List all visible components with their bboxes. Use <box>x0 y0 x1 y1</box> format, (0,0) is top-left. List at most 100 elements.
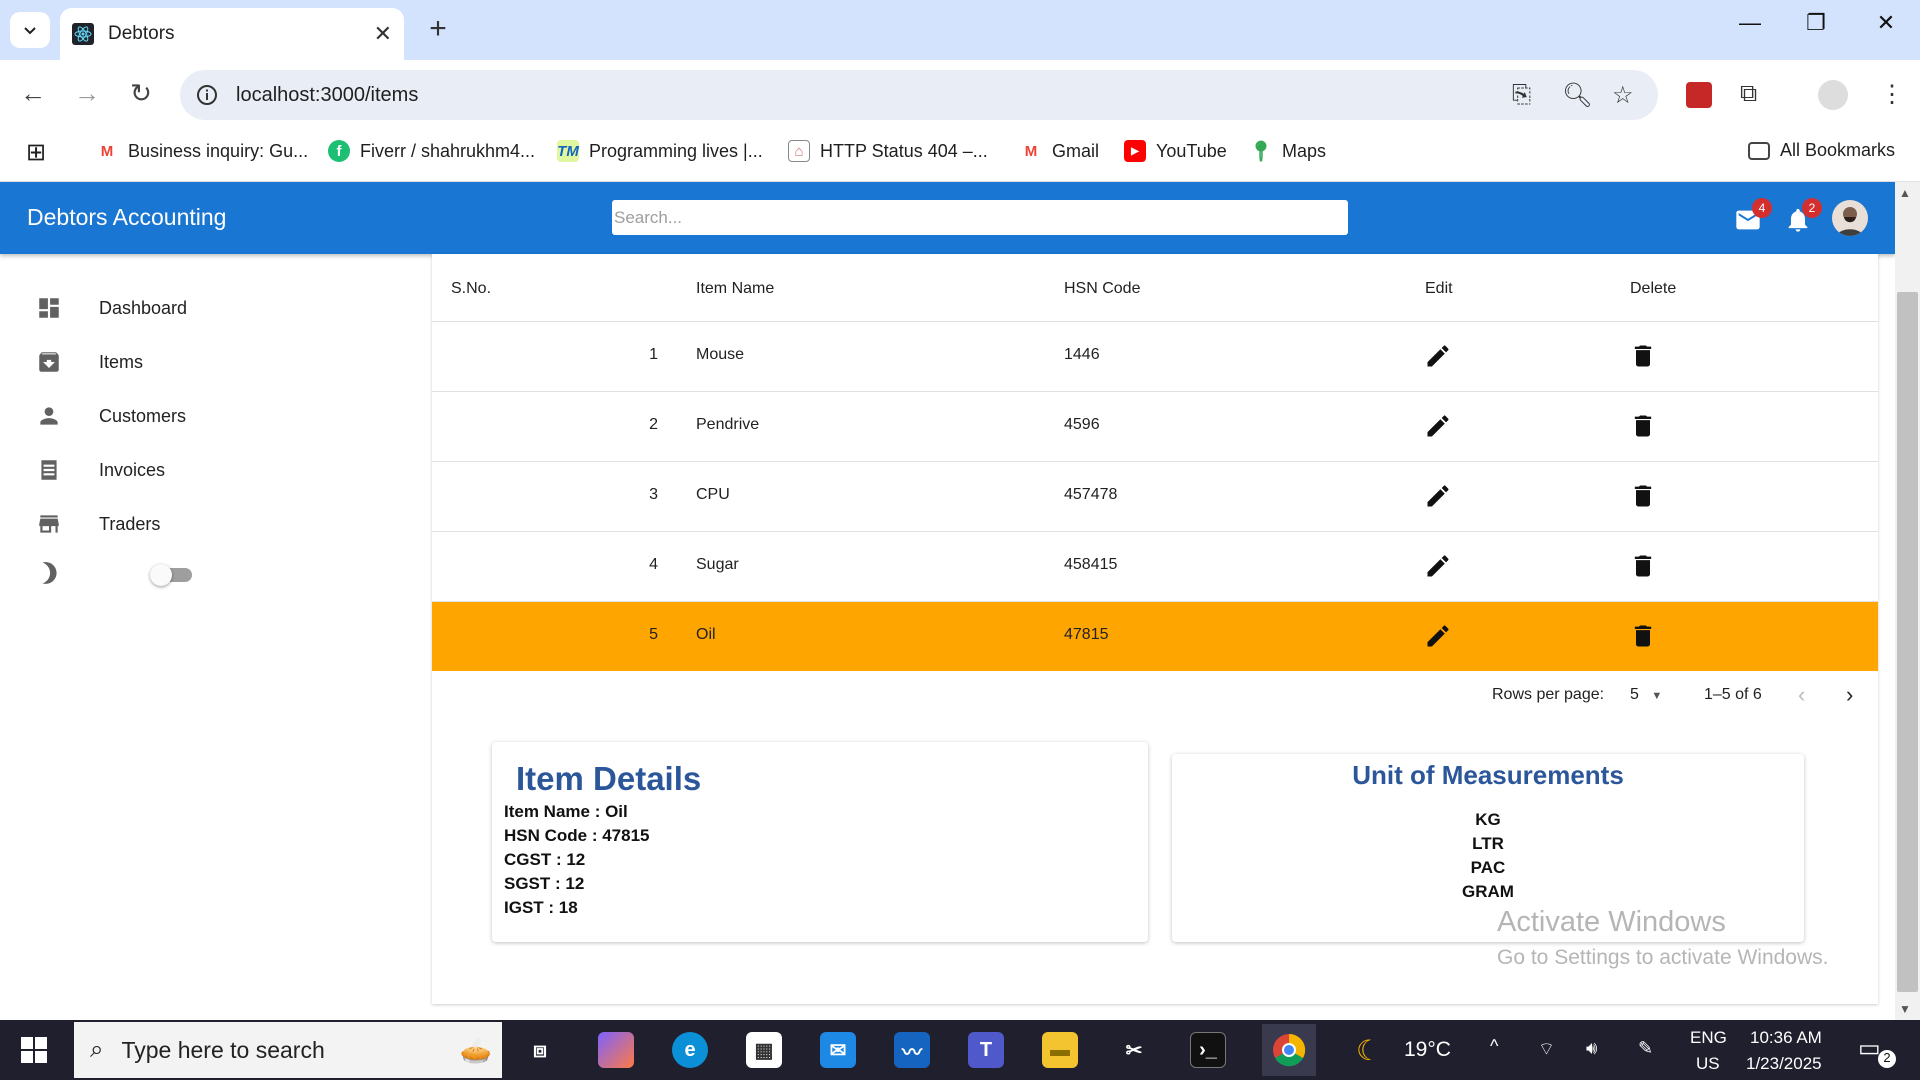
more-menu-icon[interactable]: ⋮ <box>1880 80 1904 109</box>
pen-icon[interactable]: ✎ <box>1638 1038 1653 1059</box>
browser-tab[interactable]: Debtors ✕ <box>60 8 404 60</box>
clock-time[interactable]: 10:36 AM <box>1750 1028 1822 1048</box>
volume-icon[interactable]: 🔊︎ <box>1586 1038 1597 1059</box>
mail-badge: 4 <box>1752 198 1772 218</box>
sidebar-item-traders[interactable]: Traders <box>36 511 160 537</box>
edit-button[interactable] <box>1424 342 1452 370</box>
language-region[interactable]: US <box>1696 1054 1720 1074</box>
back-button[interactable]: ← <box>16 78 50 109</box>
dark-mode-switch[interactable] <box>150 564 194 586</box>
store-app-icon[interactable]: ▦ <box>746 1032 782 1068</box>
bookmark-label: Business inquiry: Gu... <box>128 140 309 161</box>
column-header-item-name[interactable]: Item Name <box>696 280 774 298</box>
table-row[interactable]: 1 Mouse 1446 <box>432 321 1878 391</box>
detail-item-name: Item Name : Oil <box>504 802 628 821</box>
bookmark-item[interactable]: ⌂ HTTP Status 404 –... <box>788 140 988 162</box>
scroll-up-arrow[interactable]: ▲ <box>1899 186 1911 200</box>
all-bookmarks-button[interactable]: All Bookmarks <box>1748 140 1895 161</box>
cell-sno: 4 <box>649 556 658 573</box>
forward-button[interactable]: → <box>70 78 104 109</box>
language-indicator[interactable]: ENG <box>1690 1028 1727 1048</box>
edit-button[interactable] <box>1424 622 1452 650</box>
column-header-sno[interactable]: S.No. <box>451 280 491 298</box>
restore-button[interactable]: ❐ <box>1796 10 1836 36</box>
sidebar-item-invoices[interactable]: Invoices <box>36 457 165 483</box>
file-explorer-icon[interactable]: ▬ <box>1042 1032 1078 1068</box>
table-row-selected[interactable]: 5 Oil 47815 <box>432 601 1878 671</box>
profile-avatar[interactable] <box>1818 80 1848 110</box>
column-header-hsn-code[interactable]: HSN Code <box>1064 280 1140 298</box>
task-view-icon[interactable]: ⧈ <box>522 1032 558 1068</box>
delete-button[interactable] <box>1629 482 1657 510</box>
sidebar-item-customers[interactable]: Customers <box>36 403 186 429</box>
table-row[interactable]: 2 Pendrive 4596 <box>432 391 1878 461</box>
teams-icon[interactable]: T <box>968 1032 1004 1068</box>
sidebar-item-dashboard[interactable]: Dashboard <box>36 295 187 321</box>
close-window-button[interactable]: ✕ <box>1866 10 1906 36</box>
network-icon[interactable]: ⌔ <box>1538 1038 1555 1061</box>
app-title: Debtors Accounting <box>27 204 227 230</box>
extensions-puzzle-icon[interactable]: ⧉ <box>1740 80 1757 108</box>
cell-sno: 2 <box>649 416 658 433</box>
edit-button[interactable] <box>1424 482 1452 510</box>
notification-badge: 2 <box>1802 198 1822 218</box>
bookmark-star-icon[interactable]: ☆ <box>1612 81 1634 110</box>
taskbar-search-box[interactable]: ⌕ Type here to search 🥧 <box>74 1022 502 1078</box>
bookmark-item[interactable]: f Fiverr / shahrukhm4... <box>328 140 535 162</box>
tab-title: Debtors <box>108 23 175 44</box>
mail-button[interactable]: 4 <box>1734 198 1772 234</box>
edit-button[interactable] <box>1424 552 1452 580</box>
edge-icon[interactable]: e <box>672 1032 708 1068</box>
notifications-button[interactable]: 2 <box>1784 198 1822 234</box>
chrome-taskbar-button[interactable] <box>1262 1024 1316 1076</box>
clock-date[interactable]: 1/23/2025 <box>1746 1054 1822 1074</box>
reload-button[interactable]: ↻ <box>124 78 158 109</box>
close-tab-icon[interactable]: ✕ <box>374 21 392 47</box>
bookmark-item[interactable]: M Business inquiry: Gu... <box>96 140 308 162</box>
trash-icon <box>1634 625 1652 647</box>
user-avatar[interactable] <box>1832 200 1868 236</box>
zoom-icon[interactable]: 🔍︎ <box>1562 81 1592 110</box>
delete-button[interactable] <box>1629 622 1657 650</box>
trash-icon <box>1634 345 1652 367</box>
tab-search-button[interactable] <box>10 12 50 48</box>
whiteboard-icon[interactable]: 〰 <box>894 1032 930 1068</box>
table-row[interactable]: 3 CPU 457478 <box>432 461 1878 531</box>
copilot-icon[interactable] <box>598 1032 634 1068</box>
table-row[interactable]: 4 Sugar 458415 <box>432 531 1878 601</box>
mail-app-icon[interactable]: ✉ <box>820 1032 856 1068</box>
uom-unit: GRAM <box>1462 882 1514 901</box>
weather-temperature[interactable]: 19°C <box>1404 1038 1451 1062</box>
chevron-down-icon <box>24 27 36 35</box>
scroll-down-arrow[interactable]: ▼ <box>1899 1002 1911 1016</box>
bookmark-item[interactable]: TM Programming lives |... <box>557 140 763 162</box>
previous-page-button[interactable]: ‹ <box>1798 682 1805 708</box>
search-input[interactable] <box>612 200 1348 235</box>
theme-toggle-row <box>36 560 62 586</box>
delete-button[interactable] <box>1629 552 1657 580</box>
cell-hsn-code: 47815 <box>1064 626 1109 643</box>
install-app-icon[interactable]: ⎘ <box>1512 81 1531 109</box>
bookmark-item[interactable]: ▶ YouTube <box>1124 140 1227 162</box>
scrollbar-thumb[interactable] <box>1897 292 1918 992</box>
cell-item-name: CPU <box>696 486 730 503</box>
apps-grid-icon[interactable]: ⊞ <box>26 138 46 167</box>
bookmark-item[interactable]: M Gmail <box>1020 140 1099 162</box>
extension-icon[interactable] <box>1686 82 1712 108</box>
rows-per-page-select[interactable]: 5 ▼ <box>1630 686 1662 704</box>
minimize-button[interactable]: — <box>1730 10 1770 36</box>
sidebar-item-label: Items <box>99 351 144 372</box>
terminal-icon[interactable]: ›_ <box>1190 1032 1226 1068</box>
new-tab-button[interactable]: + <box>420 12 456 46</box>
next-page-button[interactable]: › <box>1846 682 1853 708</box>
uom-unit: KG <box>1475 810 1501 829</box>
snipping-tool-icon[interactable]: ✂ <box>1116 1032 1152 1068</box>
delete-button[interactable] <box>1629 342 1657 370</box>
delete-button[interactable] <box>1629 412 1657 440</box>
sidebar-item-items[interactable]: Items <box>36 349 143 375</box>
windows-start-icon[interactable] <box>20 1036 48 1064</box>
bookmark-item[interactable]: 📍︎ Maps <box>1248 140 1326 163</box>
show-hidden-icons[interactable]: ^ <box>1490 1036 1498 1057</box>
address-bar[interactable]: localhost:3000/items ⎘ 🔍︎ ☆ <box>180 70 1658 120</box>
edit-button[interactable] <box>1424 412 1452 440</box>
